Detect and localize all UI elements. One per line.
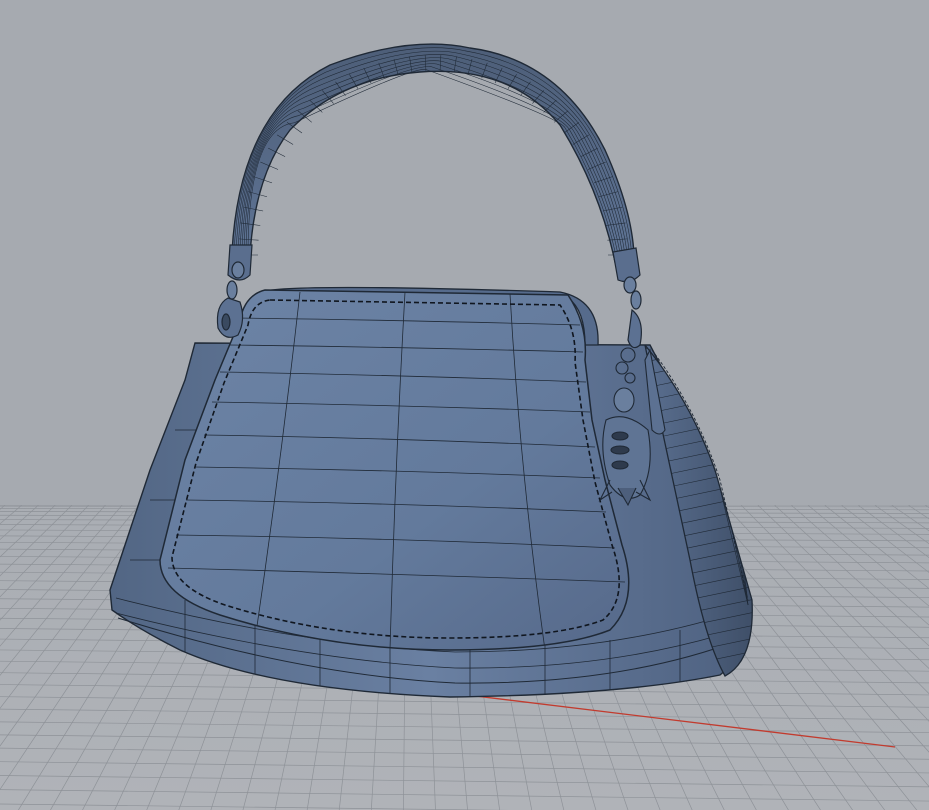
grid-line bbox=[0, 708, 929, 721]
grid-line bbox=[0, 504, 123, 647]
grid-line bbox=[0, 504, 39, 541]
rhino-perspective-viewport[interactable] bbox=[0, 0, 929, 810]
grid-line bbox=[824, 504, 929, 590]
grid-line bbox=[0, 789, 929, 802]
scene-canvas[interactable] bbox=[0, 0, 929, 810]
grid-line bbox=[790, 504, 929, 626]
bag-front-flap[interactable] bbox=[159, 286, 630, 651]
grid-line bbox=[0, 504, 106, 621]
grid-line bbox=[841, 504, 929, 573]
grid-line bbox=[0, 734, 929, 747]
grid-line bbox=[0, 504, 73, 577]
grid-line bbox=[0, 504, 140, 676]
grid-line bbox=[924, 504, 929, 509]
grid-line bbox=[0, 747, 929, 760]
grid-line bbox=[908, 504, 929, 520]
grid-line bbox=[0, 504, 23, 525]
grid-line bbox=[0, 504, 90, 598]
grid-line bbox=[0, 504, 6, 510]
grid-line bbox=[724, 504, 929, 722]
grid-line bbox=[774, 504, 929, 647]
grid-line bbox=[874, 504, 929, 545]
grid-line bbox=[0, 504, 56, 558]
